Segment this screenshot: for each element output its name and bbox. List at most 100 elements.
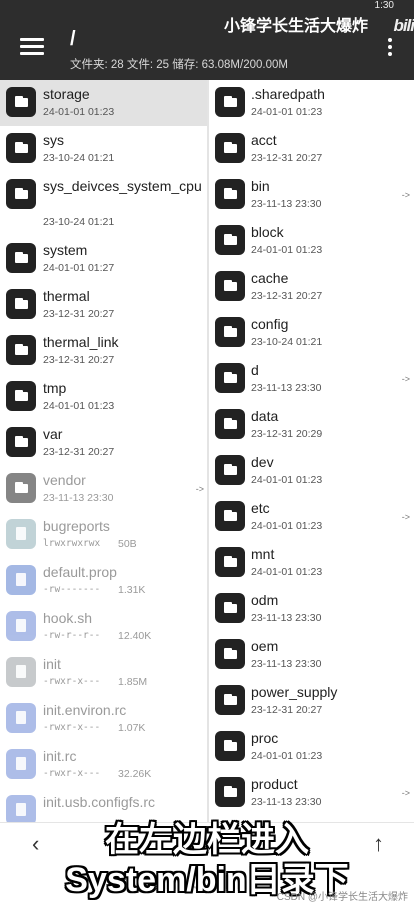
- file-date: 23-12-31 20:29: [251, 428, 323, 440]
- file-row-tmp[interactable]: tmp 24-01-01 01:23: [0, 374, 208, 420]
- file-name: oem: [251, 638, 279, 654]
- file-row-init[interactable]: init -rwxr-x--- 1.85M: [0, 650, 208, 696]
- file-row-acct[interactable]: acct 23-12-31 20:27: [209, 126, 414, 172]
- file-row-oem[interactable]: oem 23-11-13 23:30: [209, 632, 414, 678]
- folder-icon: [6, 243, 36, 273]
- folder-icon: [215, 455, 245, 485]
- file-date: 23-11-13 23:30: [251, 658, 322, 670]
- current-path: /: [70, 28, 76, 50]
- file-name: block: [251, 224, 284, 240]
- file-name: system: [43, 242, 88, 258]
- file-name: d: [251, 362, 259, 378]
- file-row-sys-deivces-system-cpu[interactable]: sys_deivces_system_cpu 23-10-24 01:21: [0, 172, 208, 236]
- file-name: odm: [251, 592, 279, 608]
- file-row-vendor[interactable]: vendor 23-11-13 23:30 ->: [0, 466, 208, 512]
- file-date: 23-10-24 01:21: [43, 216, 115, 228]
- file-row-thermal[interactable]: thermal 23-12-31 20:27: [0, 282, 208, 328]
- file-row-d[interactable]: d 23-11-13 23:30 ->: [209, 356, 414, 402]
- file-row-thermal-link[interactable]: thermal_link 23-12-31 20:27: [0, 328, 208, 374]
- file-name: init.usb.configfs.rc: [43, 794, 156, 810]
- file-row-data[interactable]: data 23-12-31 20:29: [209, 402, 414, 448]
- file-row-system[interactable]: system 24-01-01 01:27: [0, 236, 208, 282]
- folder-icon: [215, 685, 245, 715]
- file-size: 32.26K: [118, 768, 152, 780]
- folder-icon: [215, 363, 245, 393]
- right-file-pane[interactable]: .sharedpath 24-01-01 01:23 acct 23-12-31 20…: [209, 80, 414, 822]
- file-row-dev[interactable]: dev 24-01-01 01:23: [209, 448, 414, 494]
- file-size: 1.07K: [118, 722, 146, 734]
- file-name: init: [43, 656, 61, 672]
- folder-icon: [215, 225, 245, 255]
- file-row-odm[interactable]: odm 23-11-13 23:30: [209, 586, 414, 632]
- file-row-block[interactable]: block 24-01-01 01:23: [209, 218, 414, 264]
- file-date: 23-11-13 23:30: [251, 198, 322, 210]
- file-row-product[interactable]: product 23-11-13 23:30 ->: [209, 770, 414, 816]
- file-name: default.prop: [43, 564, 117, 580]
- folder-icon: [6, 87, 36, 117]
- file-size: 1.31K: [118, 584, 146, 596]
- file-permissions: -rw-------: [43, 584, 101, 595]
- file-size: 12.40K: [118, 630, 152, 642]
- file-row-proc[interactable]: proc 24-01-01 01:23: [209, 724, 414, 770]
- folder-icon: [215, 133, 245, 163]
- more-options-icon[interactable]: [388, 38, 394, 58]
- file-row-bin[interactable]: bin 23-11-13 23:30 ->: [209, 172, 414, 218]
- folder-icon: [215, 639, 245, 669]
- file-row-init-rc[interactable]: init.rc -rwxr-x--- 32.26K: [0, 742, 208, 788]
- bilibili-logo: bili: [393, 16, 414, 35]
- file-date: 23-12-31 20:27: [43, 446, 115, 458]
- file-date: 23-11-13 23:30: [43, 492, 114, 504]
- file-row-config[interactable]: config 23-10-24 01:21: [209, 310, 414, 356]
- file-row--sharedpath[interactable]: .sharedpath 24-01-01 01:23: [209, 80, 414, 126]
- file-row-storage[interactable]: storage 24-01-01 01:23: [0, 80, 208, 126]
- folder-stats: 文件夹: 28 文件: 25 储存: 63.08M/200.00M: [70, 59, 288, 71]
- file-name: init.rc: [43, 748, 77, 764]
- file-name: dev: [251, 454, 274, 470]
- file-permissions: -rwxr-x---: [43, 722, 101, 733]
- file-date: 23-10-24 01:21: [43, 152, 115, 164]
- file-name: sys_deivces_system_cpu: [43, 178, 202, 194]
- file-row-sys[interactable]: sys 23-10-24 01:21: [0, 126, 208, 172]
- file-row-etc[interactable]: etc 24-01-01 01:23 ->: [209, 494, 414, 540]
- file-date: 24-01-01 01:27: [43, 262, 115, 274]
- folder-icon: [6, 335, 36, 365]
- symlink-arrow-icon: ->: [401, 788, 410, 798]
- file-size: 1.85M: [118, 676, 148, 688]
- folder-icon: [215, 731, 245, 761]
- channel-name: 小锋学长生活大爆炸: [223, 18, 368, 35]
- file-permissions: -rw-r--r--: [43, 630, 101, 641]
- folder-icon: [6, 427, 36, 457]
- file-row-var[interactable]: var 23-12-31 20:27: [0, 420, 208, 466]
- file-date: 24-01-01 01:23: [251, 750, 323, 762]
- file-name: storage: [43, 86, 90, 102]
- file-name: var: [43, 426, 63, 442]
- file-date: 24-01-01 01:23: [251, 566, 323, 578]
- file-row-mnt[interactable]: mnt 24-01-01 01:23: [209, 540, 414, 586]
- file-row-hook-sh[interactable]: hook.sh -rw-r--r-- 12.40K: [0, 604, 208, 650]
- file-permissions: -rwxr-x---: [43, 768, 101, 779]
- file-date: 23-12-31 20:27: [251, 290, 323, 302]
- folder-icon: [6, 133, 36, 163]
- file-name: init.environ.rc: [43, 702, 127, 718]
- file-icon: [6, 657, 36, 687]
- file-row-init-environ-rc[interactable]: init.environ.rc -rwxr-x--- 1.07K: [0, 696, 208, 742]
- file-name: tmp: [43, 380, 67, 396]
- file-date: 23-11-13 23:30: [251, 796, 322, 808]
- file-row-power-supply[interactable]: power_supply 23-12-31 20:27: [209, 678, 414, 724]
- file-name: thermal: [43, 288, 90, 304]
- file-row-bugreports[interactable]: bugreports lrwxrwxrwx 50B: [0, 512, 208, 558]
- folder-icon: [6, 179, 36, 209]
- file-name: mnt: [251, 546, 275, 562]
- file-row-cache[interactable]: cache 23-12-31 20:27: [209, 264, 414, 310]
- file-permissions: -rwxr-x---: [43, 676, 101, 687]
- file-row-default-prop[interactable]: default.prop -rw------- 1.31K: [0, 558, 208, 604]
- file-icon: [6, 749, 36, 779]
- file-name: data: [251, 408, 279, 424]
- file-name: etc: [251, 500, 270, 516]
- file-date: 24-01-01 01:23: [251, 244, 323, 256]
- menu-icon[interactable]: [20, 38, 44, 56]
- file-name: cache: [251, 270, 289, 286]
- folder-icon: [6, 289, 36, 319]
- left-file-pane[interactable]: storage 24-01-01 01:23 sys 23-10-24 01:21 sy…: [0, 80, 208, 822]
- folder-icon: [215, 409, 245, 439]
